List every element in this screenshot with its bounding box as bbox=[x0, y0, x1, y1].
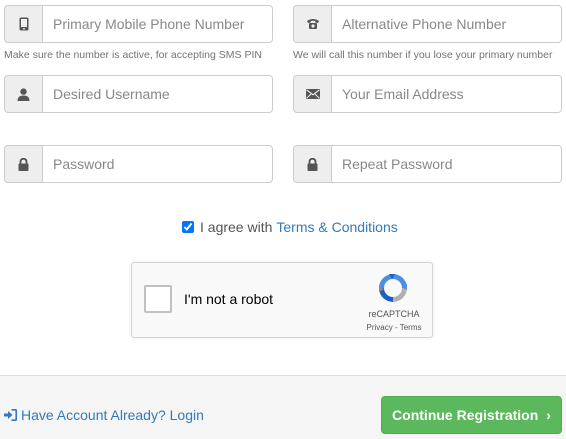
primary-phone-group bbox=[4, 5, 273, 43]
recaptcha-widget: I'm not a robot reCAPTCHA Privacy - Term… bbox=[131, 262, 433, 338]
recaptcha-logo-icon bbox=[379, 274, 407, 302]
email-group bbox=[293, 75, 562, 113]
recaptcha-checkbox[interactable] bbox=[144, 285, 172, 313]
username-group bbox=[4, 75, 273, 113]
primary-phone-help: Make sure the number is active, for acce… bbox=[4, 49, 262, 61]
password-input[interactable] bbox=[42, 145, 273, 183]
username-input[interactable] bbox=[42, 75, 273, 113]
password-group bbox=[4, 145, 273, 183]
alt-phone-help: We will call this number if you lose you… bbox=[293, 49, 553, 61]
chevron-right-icon: › bbox=[546, 407, 551, 423]
email-input[interactable] bbox=[331, 75, 562, 113]
login-link-label: Have Account Already? Login bbox=[21, 407, 204, 423]
agree-label: I agree with bbox=[200, 219, 273, 235]
recaptcha-brand: reCAPTCHA bbox=[368, 309, 420, 319]
continue-registration-button[interactable]: Continue Registration › bbox=[381, 396, 562, 434]
primary-phone-input[interactable] bbox=[42, 5, 273, 43]
sign-in-icon bbox=[4, 409, 17, 421]
alt-phone-group bbox=[293, 5, 562, 43]
agree-row: I agree with Terms & Conditions bbox=[182, 219, 398, 235]
repeat-password-group bbox=[293, 145, 562, 183]
mobile-icon bbox=[4, 5, 42, 43]
login-link[interactable]: Have Account Already? Login bbox=[4, 407, 204, 423]
lock-icon bbox=[293, 145, 331, 183]
continue-label: Continue Registration bbox=[392, 407, 539, 423]
lock-icon bbox=[4, 145, 42, 183]
alt-phone-input[interactable] bbox=[331, 5, 562, 43]
agree-checkbox[interactable] bbox=[182, 221, 194, 233]
user-icon bbox=[4, 75, 42, 113]
terms-link[interactable]: Terms & Conditions bbox=[276, 219, 397, 235]
envelope-icon bbox=[293, 75, 331, 113]
form-footer: Have Account Already? Login Continue Reg… bbox=[0, 375, 566, 439]
phone-icon bbox=[293, 5, 331, 43]
repeat-password-input[interactable] bbox=[331, 145, 562, 183]
recaptcha-label: I'm not a robot bbox=[184, 291, 274, 307]
recaptcha-terms[interactable]: Privacy - Terms bbox=[362, 323, 426, 332]
